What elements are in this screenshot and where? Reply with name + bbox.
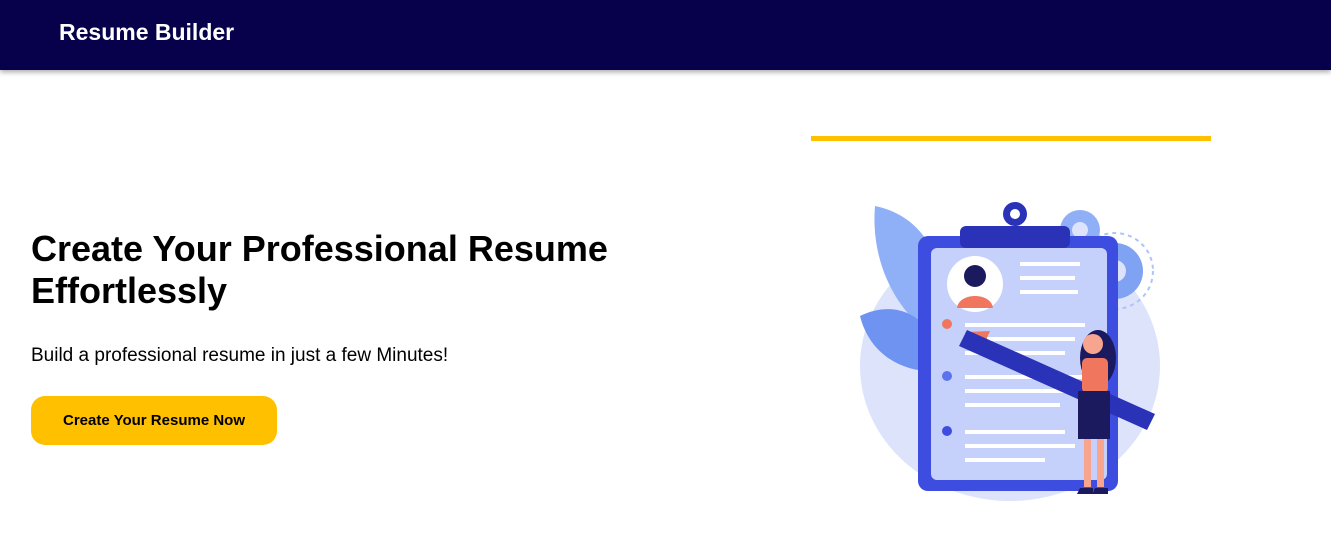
top-navbar: Resume Builder (0, 0, 1331, 70)
brand-title[interactable]: Resume Builder (59, 18, 234, 46)
hero-title: Create Your Professional Resume Effortle… (31, 228, 608, 311)
hero-subtitle: Build a professional resume in just a fe… (31, 345, 449, 366)
resume-clipboard-illustration (855, 196, 1165, 506)
illustration-svg (860, 202, 1160, 501)
accent-divider (811, 136, 1211, 141)
create-resume-button[interactable]: Create Your Resume Now (31, 396, 277, 445)
